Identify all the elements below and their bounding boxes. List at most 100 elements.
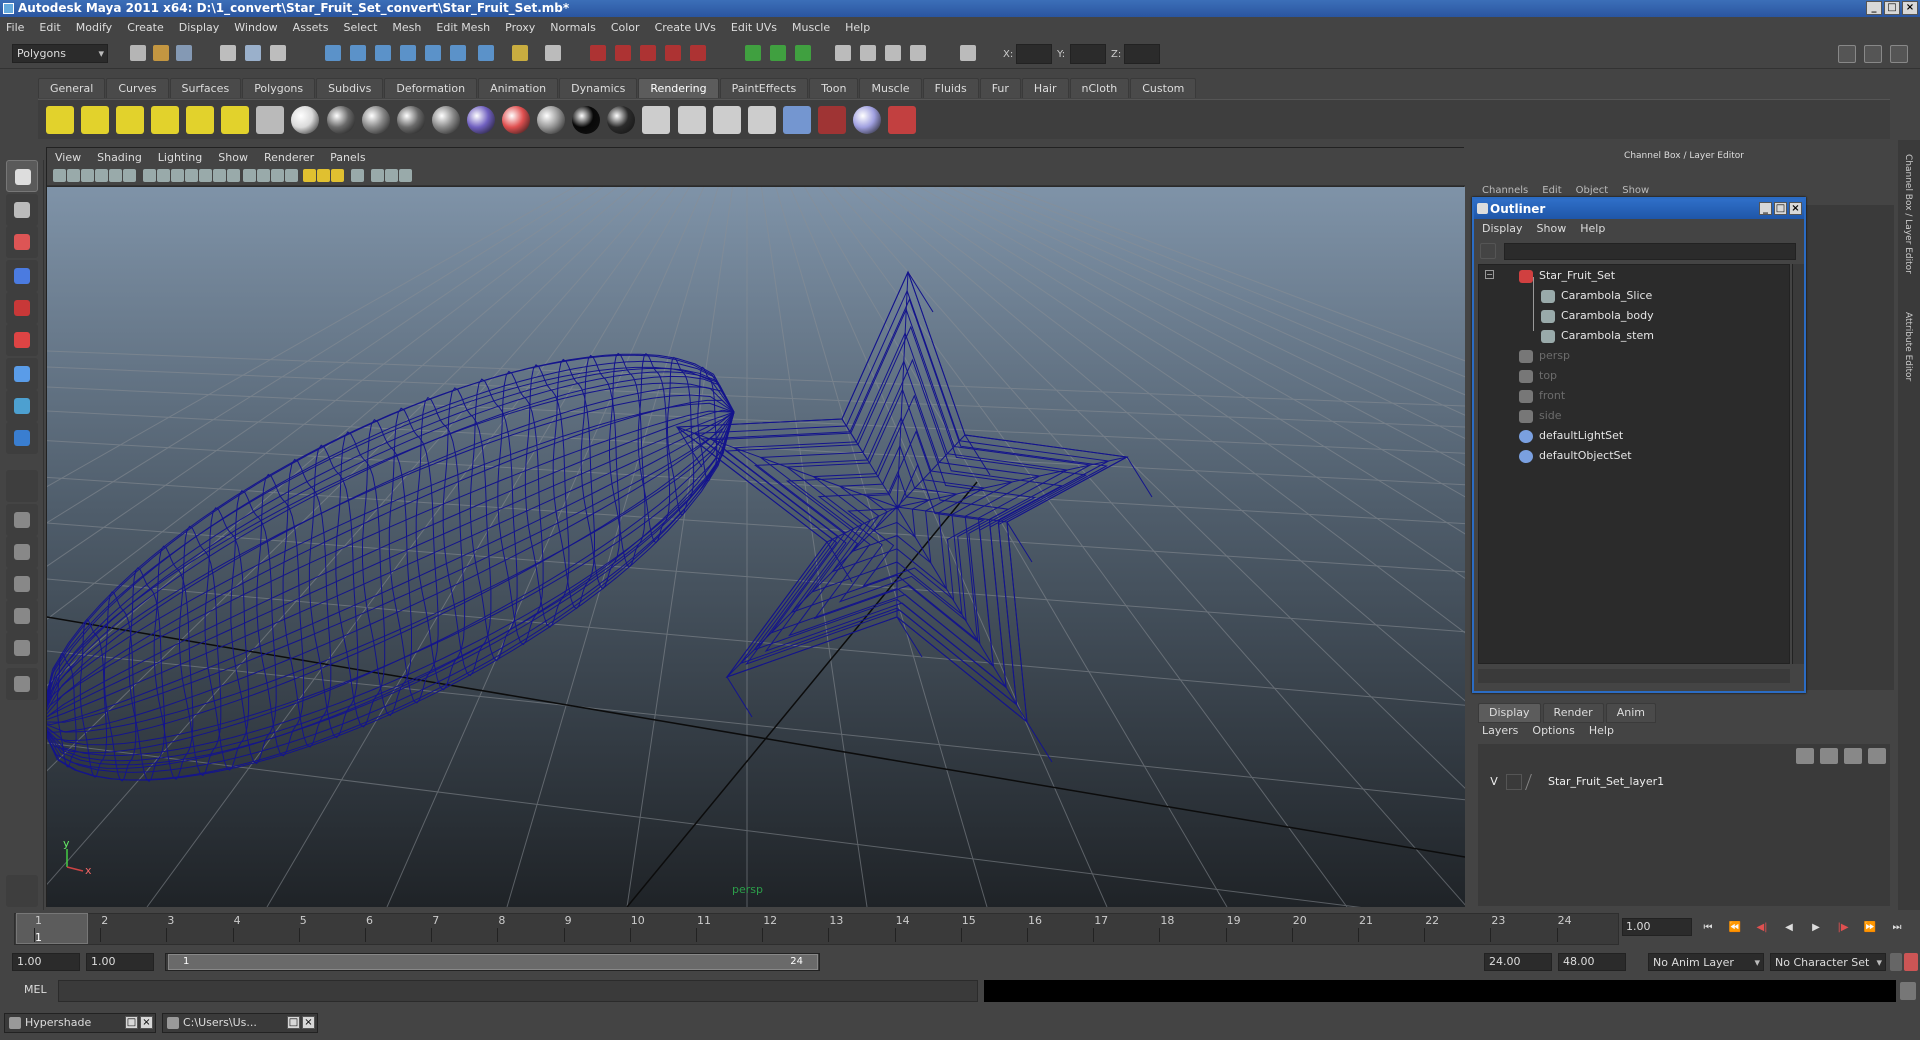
mel-command-input[interactable] [58, 980, 978, 1002]
snap-curve-icon[interactable] [350, 45, 366, 61]
outliner-item[interactable]: persp [1519, 347, 1570, 365]
menu-file[interactable]: File [6, 21, 24, 34]
panel-icon[interactable] [910, 45, 926, 61]
wireframe-icon[interactable] [243, 169, 256, 182]
lock-icon[interactable] [512, 45, 528, 61]
scale-tool-icon[interactable] [6, 324, 38, 356]
batch-render-icon[interactable] [818, 106, 846, 134]
lasso-tool-icon[interactable] [6, 194, 38, 226]
shelf-tab-general[interactable]: General [38, 78, 106, 98]
explorer-restore-button[interactable]: □ [287, 1016, 300, 1029]
menu-edit-uvs[interactable]: Edit UVs [731, 21, 777, 34]
menu-create[interactable]: Create [127, 21, 164, 34]
input-ops-icon[interactable] [545, 45, 561, 61]
outliner-layout-icon[interactable] [6, 668, 38, 700]
step-back-frame-icon[interactable]: ◀| [1753, 920, 1771, 936]
select-camera-icon[interactable] [53, 169, 66, 182]
ipr-icon[interactable] [678, 106, 706, 134]
render-view-icon[interactable] [690, 45, 706, 61]
layer-visibility-toggle[interactable]: V [1486, 773, 1502, 791]
viewport-menu-show[interactable]: Show [218, 151, 248, 164]
snap-grid-icon[interactable] [325, 45, 341, 61]
animation-end-field[interactable]: 48.00 [1558, 953, 1626, 971]
menu-color[interactable]: Color [611, 21, 640, 34]
outliner-maximize-button[interactable]: □ [1774, 202, 1787, 215]
soft-mod-icon[interactable] [6, 390, 38, 422]
layer-color-swatch[interactable] [1525, 774, 1541, 790]
layer-editor-icon[interactable] [885, 45, 901, 61]
menu-display[interactable]: Display [179, 21, 220, 34]
paint-brush-icon[interactable] [888, 106, 916, 134]
channel-menu-show[interactable]: Show [1622, 185, 1649, 196]
outliner-item[interactable]: side [1519, 407, 1562, 425]
bookmark-icon[interactable] [95, 169, 108, 182]
volume-light-icon[interactable] [221, 106, 249, 134]
tool-settings-icon[interactable] [860, 45, 876, 61]
shelf-tab-polygons[interactable]: Polygons [242, 78, 316, 98]
single-perspective-layout-icon[interactable] [6, 504, 38, 536]
menu-proxy[interactable]: Proxy [505, 21, 535, 34]
outliner-menu-show[interactable]: Show [1537, 222, 1567, 235]
outliner-item[interactable]: top [1519, 367, 1557, 385]
sculpt-icon[interactable] [745, 45, 761, 61]
blinn-icon[interactable] [327, 106, 355, 134]
smooth-shade-icon[interactable] [257, 169, 270, 182]
shelf-tab-curves[interactable]: Curves [106, 78, 169, 98]
layer-tab-anim[interactable]: Anim [1605, 703, 1656, 723]
paint-select-icon[interactable] [6, 226, 38, 258]
animation-start-field[interactable]: 1.00 [12, 953, 80, 971]
menu-normals[interactable]: Normals [550, 21, 596, 34]
menu-help[interactable]: Help [845, 21, 870, 34]
shelf-tab-subdivs[interactable]: Subdivs [316, 78, 384, 98]
step-forward-key-icon[interactable]: ⏩ [1861, 920, 1879, 936]
shelf-tab-animation[interactable]: Animation [478, 78, 559, 98]
layer-tab-display[interactable]: Display [1478, 703, 1541, 723]
outliner-item[interactable]: Carambola_Slice [1541, 287, 1652, 305]
go-to-end-icon[interactable]: ⏭ [1888, 920, 1906, 936]
viewport-menu-lighting[interactable]: Lighting [158, 151, 202, 164]
menu-muscle[interactable]: Muscle [792, 21, 830, 34]
show-manip-icon[interactable] [6, 422, 38, 454]
menu-window[interactable]: Window [234, 21, 277, 34]
channel-box-side-tab[interactable]: Channel Box / Layer Editor [1903, 154, 1913, 274]
default-lighting-icon[interactable] [303, 169, 316, 182]
shelf-tab-ncloth[interactable]: nCloth [1069, 78, 1130, 98]
viewport-canvas[interactable]: y x persp [47, 187, 1465, 907]
shelf-tab-dynamics[interactable]: Dynamics [559, 78, 638, 98]
layer-menu-options[interactable]: Options [1532, 724, 1574, 737]
spot-light-icon[interactable] [151, 106, 179, 134]
ipr-render-icon[interactable] [615, 45, 631, 61]
layer-menu-layers[interactable]: Layers [1482, 724, 1518, 737]
explorer-task[interactable]: C:\Users\Us... □ × [162, 1013, 318, 1033]
directional-light-icon[interactable] [81, 106, 109, 134]
snap-point-icon[interactable] [375, 45, 391, 61]
hypershade-restore-button[interactable]: □ [125, 1016, 138, 1029]
create-layer-from-selected-icon[interactable] [1820, 748, 1838, 764]
persp-outliner-layout-icon[interactable] [6, 568, 38, 600]
viewport-menu-renderer[interactable]: Renderer [264, 151, 314, 164]
render-settings-icon[interactable] [713, 106, 741, 134]
menu-assets[interactable]: Assets [293, 21, 329, 34]
step-forward-frame-icon[interactable]: |▶ [1834, 920, 1852, 936]
hypershade-task[interactable]: Hypershade □ × [4, 1013, 156, 1033]
render-current-icon[interactable] [590, 45, 606, 61]
key-icon[interactable] [1890, 953, 1902, 971]
anim-layer-dropdown[interactable]: No Anim Layer [1648, 953, 1764, 971]
outliner-item[interactable]: Carambola_stem [1541, 327, 1654, 345]
use-background-icon[interactable] [607, 106, 635, 134]
grid-toggle-icon[interactable] [143, 169, 156, 182]
outliner-menu-display[interactable]: Display [1482, 222, 1523, 235]
shelf-tab-hair[interactable]: Hair [1021, 78, 1069, 98]
outliner-filter-input[interactable] [1504, 243, 1796, 260]
lock-camera-icon[interactable] [67, 169, 80, 182]
menu-select[interactable]: Select [343, 21, 377, 34]
collapse-toggle[interactable]: − [1485, 270, 1494, 279]
safe-title-icon[interactable] [227, 169, 240, 182]
perspective-viewport[interactable]: View Shading Lighting Show Renderer Panels y … [46, 147, 1465, 907]
anisotropic-icon[interactable] [291, 106, 319, 134]
shelf-tab-fluids[interactable]: Fluids [922, 78, 979, 98]
four-view-layout-icon[interactable] [6, 536, 38, 568]
shelf-tab-deformation[interactable]: Deformation [384, 78, 478, 98]
range-slider-handle[interactable]: 1 24 [168, 954, 818, 970]
toggle-channel-box-icon[interactable] [1890, 45, 1908, 63]
